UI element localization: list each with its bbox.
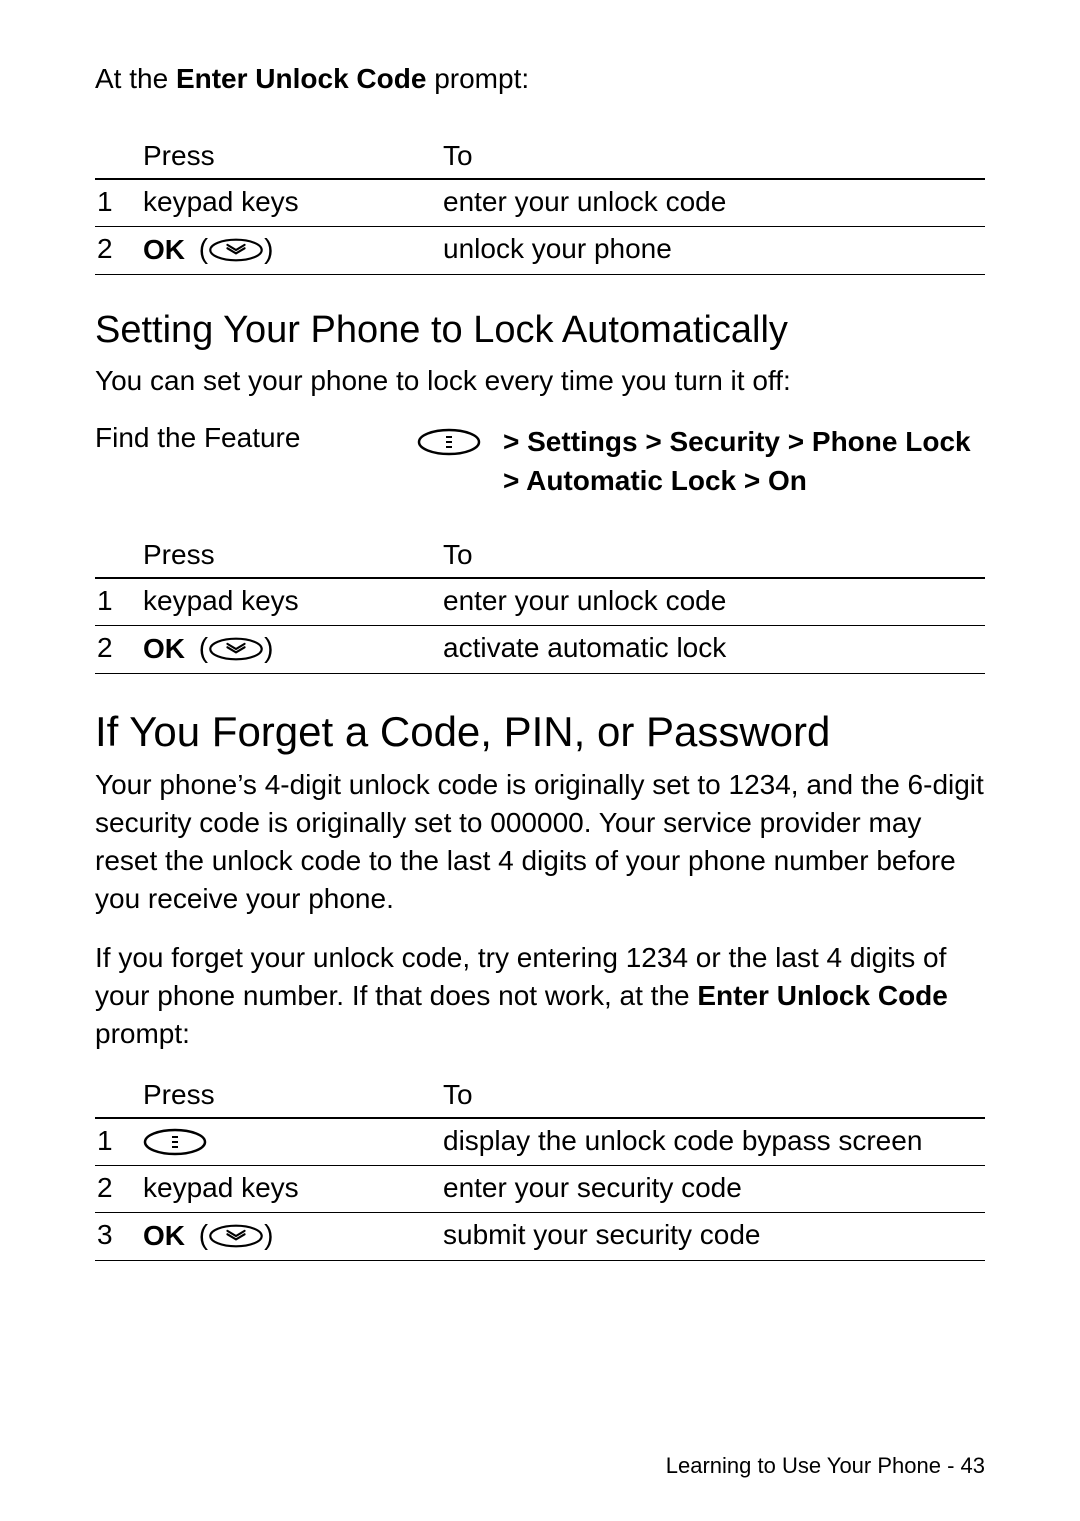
- col-header-to: To: [443, 535, 985, 578]
- step-row: 1 display the unlock code bypass screen: [95, 1118, 985, 1166]
- menu-path: > Settings > Security > Phone Lock > Aut…: [503, 422, 985, 500]
- step-number: 2: [95, 226, 143, 275]
- step-to: submit your security code: [443, 1212, 985, 1261]
- find-the-feature-row: Find the Feature > Settings > Security >…: [95, 422, 985, 500]
- col-header-press: Press: [143, 535, 443, 578]
- step-number: 2: [95, 1165, 143, 1212]
- ok-key-icon: [208, 238, 264, 262]
- step-press: OK (): [143, 625, 443, 674]
- step-to: activate automatic lock: [443, 625, 985, 674]
- body-auto-lock: You can set your phone to lock every tim…: [95, 362, 985, 400]
- step-row: 2OK ()activate automatic lock: [95, 625, 985, 674]
- ok-label: OK: [143, 633, 185, 664]
- body-forget-2: If you forget your unlock code, try ente…: [95, 939, 985, 1052]
- subheading-auto-lock: Setting Your Phone to Lock Automatically: [95, 309, 985, 352]
- menu-key-icon: [143, 1128, 207, 1156]
- press-text: keypad keys: [143, 1172, 299, 1203]
- ok-label: OK: [143, 234, 185, 265]
- menu-key-icon: [417, 428, 481, 456]
- step-number: 1: [95, 1118, 143, 1166]
- page-footer: Learning to Use Your Phone - 43: [666, 1453, 985, 1479]
- step-number: 2: [95, 625, 143, 674]
- step-press: keypad keys: [143, 1165, 443, 1212]
- step-to: enter your unlock code: [443, 578, 985, 626]
- ok-label: OK: [143, 1220, 185, 1251]
- step-press: keypad keys: [143, 179, 443, 227]
- menu-path-line2: > Automatic Lock > On: [503, 465, 807, 496]
- press-text: keypad keys: [143, 186, 299, 217]
- step-press: keypad keys: [143, 578, 443, 626]
- press-text: keypad keys: [143, 585, 299, 616]
- intro1-post: prompt:: [426, 63, 529, 94]
- step-row: 1keypad keys enter your unlock code: [95, 578, 985, 626]
- body3-post: prompt:: [95, 1018, 190, 1049]
- steps-table-3: Press To 1 display the unlock code bypass…: [95, 1075, 985, 1262]
- intro-line-1: At the Enter Unlock Code prompt:: [95, 60, 985, 98]
- step-to: enter your unlock code: [443, 179, 985, 227]
- body3-bold: Enter Unlock Code: [697, 980, 947, 1011]
- intro1-bold: Enter Unlock Code: [176, 63, 426, 94]
- steps-table-1: Press To 1keypad keys enter your unlock c…: [95, 136, 985, 276]
- step-number: 3: [95, 1212, 143, 1261]
- intro1-pre: At the: [95, 63, 176, 94]
- step-row: 3OK ()submit your security code: [95, 1212, 985, 1261]
- heading-forget-code: If You Forget a Code, PIN, or Password: [95, 708, 985, 756]
- ok-key-icon: [208, 1224, 264, 1248]
- footer-page-number: 43: [961, 1453, 985, 1478]
- step-to: display the unlock code bypass screen: [443, 1118, 985, 1166]
- footer-text: Learning to Use Your Phone -: [666, 1453, 961, 1478]
- step-row: 2OK ()unlock your phone: [95, 226, 985, 275]
- step-to: enter your security code: [443, 1165, 985, 1212]
- step-to: unlock your phone: [443, 226, 985, 275]
- ok-key-icon: [208, 637, 264, 661]
- step-row: 1keypad keys enter your unlock code: [95, 179, 985, 227]
- col-header-press: Press: [143, 1075, 443, 1118]
- step-press: [143, 1118, 443, 1166]
- col-header-press: Press: [143, 136, 443, 179]
- col-header-to: To: [443, 136, 985, 179]
- menu-path-line1: > Settings > Security > Phone Lock: [503, 426, 971, 457]
- body-forget-1: Your phone’s 4-digit unlock code is orig…: [95, 766, 985, 917]
- step-press: OK (): [143, 226, 443, 275]
- col-header-to: To: [443, 1075, 985, 1118]
- find-the-feature-label: Find the Feature: [95, 422, 395, 454]
- steps-table-2: Press To 1keypad keys enter your unlock c…: [95, 535, 985, 675]
- step-number: 1: [95, 578, 143, 626]
- step-press: OK (): [143, 1212, 443, 1261]
- step-number: 1: [95, 179, 143, 227]
- manual-page: At the Enter Unlock Code prompt: Press T…: [0, 0, 1080, 1521]
- step-row: 2keypad keys enter your security code: [95, 1165, 985, 1212]
